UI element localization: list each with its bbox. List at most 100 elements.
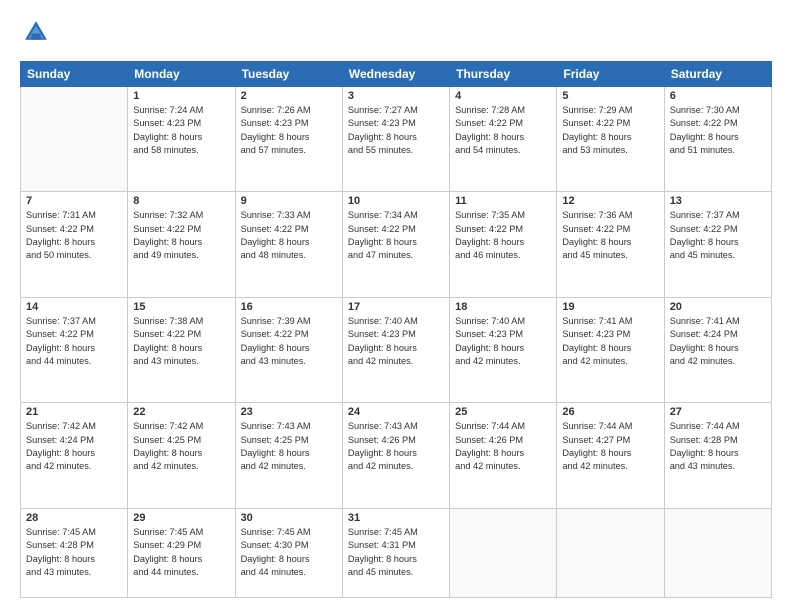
day-cell: [450, 508, 557, 597]
day-cell: 5Sunrise: 7:29 AM Sunset: 4:22 PM Daylig…: [557, 87, 664, 192]
day-cell: 22 Sunrise: 7:42 AM Sunset: 4:25 PM Dayli…: [128, 403, 235, 508]
week-row-1: 7 Sunrise: 7:31 AM Sunset: 4:22 PM Daylig…: [21, 192, 772, 297]
day-info: Sunrise: 7:28 AM Sunset: 4:22 PM Dayligh…: [455, 104, 551, 157]
day-cell: 21 Sunrise: 7:42 AM Sunset: 4:24 PM Dayli…: [21, 403, 128, 508]
day-number: 21: [26, 406, 122, 418]
day-cell: 12Sunrise: 7:36 AM Sunset: 4:22 PM Dayli…: [557, 192, 664, 297]
day-info: Sunrise: 7:45 AM Sunset: 4:31 PM Dayligh…: [348, 526, 444, 579]
day-number: 28: [26, 512, 122, 524]
day-cell: 26 Sunrise: 7:44 AM Sunset: 4:27 PM Dayli…: [557, 403, 664, 508]
day-number: 1: [133, 90, 229, 102]
week-row-2: 14 Sunrise: 7:37 AM Sunset: 4:22 PM Dayli…: [21, 297, 772, 402]
week-row-4: 28 Sunrise: 7:45 AM Sunset: 4:28 PM Dayli…: [21, 508, 772, 597]
day-cell: 25 Sunrise: 7:44 AM Sunset: 4:26 PM Dayli…: [450, 403, 557, 508]
day-number: 16: [241, 301, 337, 313]
day-info: Sunrise: 7:34 AM Sunset: 4:22 PM Dayligh…: [348, 209, 444, 262]
day-cell: 11 Sunrise: 7:35 AM Sunset: 4:22 PM Dayli…: [450, 192, 557, 297]
day-info: Sunrise: 7:31 AM Sunset: 4:22 PM Dayligh…: [26, 209, 122, 262]
day-cell: [664, 508, 771, 597]
day-info: Sunrise: 7:24 AM Sunset: 4:23 PM Dayligh…: [133, 104, 229, 157]
day-cell: 27Sunrise: 7:44 AM Sunset: 4:28 PM Dayli…: [664, 403, 771, 508]
week-row-3: 21 Sunrise: 7:42 AM Sunset: 4:24 PM Dayli…: [21, 403, 772, 508]
day-cell: 18 Sunrise: 7:40 AM Sunset: 4:23 PM Dayli…: [450, 297, 557, 402]
day-number: 22: [133, 406, 229, 418]
day-number: 17: [348, 301, 444, 313]
day-info: Sunrise: 7:42 AM Sunset: 4:24 PM Dayligh…: [26, 420, 122, 473]
day-info: Sunrise: 7:37 AM Sunset: 4:22 PM Dayligh…: [670, 209, 766, 262]
day-info: Sunrise: 7:32 AM Sunset: 4:22 PM Dayligh…: [133, 209, 229, 262]
weekday-header-monday: Monday: [128, 62, 235, 87]
day-number: 7: [26, 195, 122, 207]
day-cell: 4 Sunrise: 7:28 AM Sunset: 4:22 PM Daylig…: [450, 87, 557, 192]
header: [20, 18, 772, 51]
day-info: Sunrise: 7:29 AM Sunset: 4:22 PM Dayligh…: [562, 104, 658, 157]
day-info: Sunrise: 7:33 AM Sunset: 4:22 PM Dayligh…: [241, 209, 337, 262]
day-number: 19: [562, 301, 658, 313]
day-number: 25: [455, 406, 551, 418]
day-info: Sunrise: 7:36 AM Sunset: 4:22 PM Dayligh…: [562, 209, 658, 262]
day-info: Sunrise: 7:30 AM Sunset: 4:22 PM Dayligh…: [670, 104, 766, 157]
day-info: Sunrise: 7:43 AM Sunset: 4:26 PM Dayligh…: [348, 420, 444, 473]
day-number: 13: [670, 195, 766, 207]
weekday-header-tuesday: Tuesday: [235, 62, 342, 87]
page: SundayMondayTuesdayWednesdayThursdayFrid…: [0, 0, 792, 612]
day-info: Sunrise: 7:40 AM Sunset: 4:23 PM Dayligh…: [455, 315, 551, 368]
day-info: Sunrise: 7:26 AM Sunset: 4:23 PM Dayligh…: [241, 104, 337, 157]
day-number: 15: [133, 301, 229, 313]
day-cell: 6 Sunrise: 7:30 AM Sunset: 4:22 PM Daylig…: [664, 87, 771, 192]
weekday-header-row: SundayMondayTuesdayWednesdayThursdayFrid…: [21, 62, 772, 87]
day-info: Sunrise: 7:44 AM Sunset: 4:26 PM Dayligh…: [455, 420, 551, 473]
day-cell: [21, 87, 128, 192]
day-info: Sunrise: 7:44 AM Sunset: 4:27 PM Dayligh…: [562, 420, 658, 473]
day-info: Sunrise: 7:45 AM Sunset: 4:30 PM Dayligh…: [241, 526, 337, 579]
day-cell: 28 Sunrise: 7:45 AM Sunset: 4:28 PM Dayli…: [21, 508, 128, 597]
day-info: Sunrise: 7:27 AM Sunset: 4:23 PM Dayligh…: [348, 104, 444, 157]
calendar-table: SundayMondayTuesdayWednesdayThursdayFrid…: [20, 61, 772, 598]
day-cell: 8Sunrise: 7:32 AM Sunset: 4:22 PM Daylig…: [128, 192, 235, 297]
weekday-header-sunday: Sunday: [21, 62, 128, 87]
day-number: 18: [455, 301, 551, 313]
day-info: Sunrise: 7:35 AM Sunset: 4:22 PM Dayligh…: [455, 209, 551, 262]
weekday-header-saturday: Saturday: [664, 62, 771, 87]
day-cell: [557, 508, 664, 597]
day-info: Sunrise: 7:42 AM Sunset: 4:25 PM Dayligh…: [133, 420, 229, 473]
day-cell: 13 Sunrise: 7:37 AM Sunset: 4:22 PM Dayli…: [664, 192, 771, 297]
day-info: Sunrise: 7:41 AM Sunset: 4:24 PM Dayligh…: [670, 315, 766, 368]
day-info: Sunrise: 7:37 AM Sunset: 4:22 PM Dayligh…: [26, 315, 122, 368]
day-number: 20: [670, 301, 766, 313]
day-number: 2: [241, 90, 337, 102]
day-number: 29: [133, 512, 229, 524]
day-cell: 20 Sunrise: 7:41 AM Sunset: 4:24 PM Dayli…: [664, 297, 771, 402]
day-cell: 15 Sunrise: 7:38 AM Sunset: 4:22 PM Dayli…: [128, 297, 235, 402]
day-cell: 23Sunrise: 7:43 AM Sunset: 4:25 PM Dayli…: [235, 403, 342, 508]
day-number: 4: [455, 90, 551, 102]
day-cell: 24 Sunrise: 7:43 AM Sunset: 4:26 PM Dayli…: [342, 403, 449, 508]
day-info: Sunrise: 7:41 AM Sunset: 4:23 PM Dayligh…: [562, 315, 658, 368]
day-cell: 30Sunrise: 7:45 AM Sunset: 4:30 PM Dayli…: [235, 508, 342, 597]
day-number: 14: [26, 301, 122, 313]
day-cell: 2 Sunrise: 7:26 AM Sunset: 4:23 PM Daylig…: [235, 87, 342, 192]
day-info: Sunrise: 7:38 AM Sunset: 4:22 PM Dayligh…: [133, 315, 229, 368]
day-cell: 16 Sunrise: 7:39 AM Sunset: 4:22 PM Dayli…: [235, 297, 342, 402]
day-number: 11: [455, 195, 551, 207]
day-info: Sunrise: 7:45 AM Sunset: 4:29 PM Dayligh…: [133, 526, 229, 579]
day-info: Sunrise: 7:39 AM Sunset: 4:22 PM Dayligh…: [241, 315, 337, 368]
day-number: 24: [348, 406, 444, 418]
day-number: 23: [241, 406, 337, 418]
day-cell: 10Sunrise: 7:34 AM Sunset: 4:22 PM Dayli…: [342, 192, 449, 297]
day-number: 3: [348, 90, 444, 102]
day-info: Sunrise: 7:45 AM Sunset: 4:28 PM Dayligh…: [26, 526, 122, 579]
logo: [20, 18, 50, 51]
weekday-header-thursday: Thursday: [450, 62, 557, 87]
day-info: Sunrise: 7:44 AM Sunset: 4:28 PM Dayligh…: [670, 420, 766, 473]
day-cell: 7 Sunrise: 7:31 AM Sunset: 4:22 PM Daylig…: [21, 192, 128, 297]
day-cell: 31 Sunrise: 7:45 AM Sunset: 4:31 PM Dayli…: [342, 508, 449, 597]
day-number: 26: [562, 406, 658, 418]
day-number: 6: [670, 90, 766, 102]
day-info: Sunrise: 7:40 AM Sunset: 4:23 PM Dayligh…: [348, 315, 444, 368]
day-cell: 1 Sunrise: 7:24 AM Sunset: 4:23 PM Daylig…: [128, 87, 235, 192]
day-number: 31: [348, 512, 444, 524]
day-cell: 17 Sunrise: 7:40 AM Sunset: 4:23 PM Dayli…: [342, 297, 449, 402]
day-number: 9: [241, 195, 337, 207]
weekday-header-wednesday: Wednesday: [342, 62, 449, 87]
